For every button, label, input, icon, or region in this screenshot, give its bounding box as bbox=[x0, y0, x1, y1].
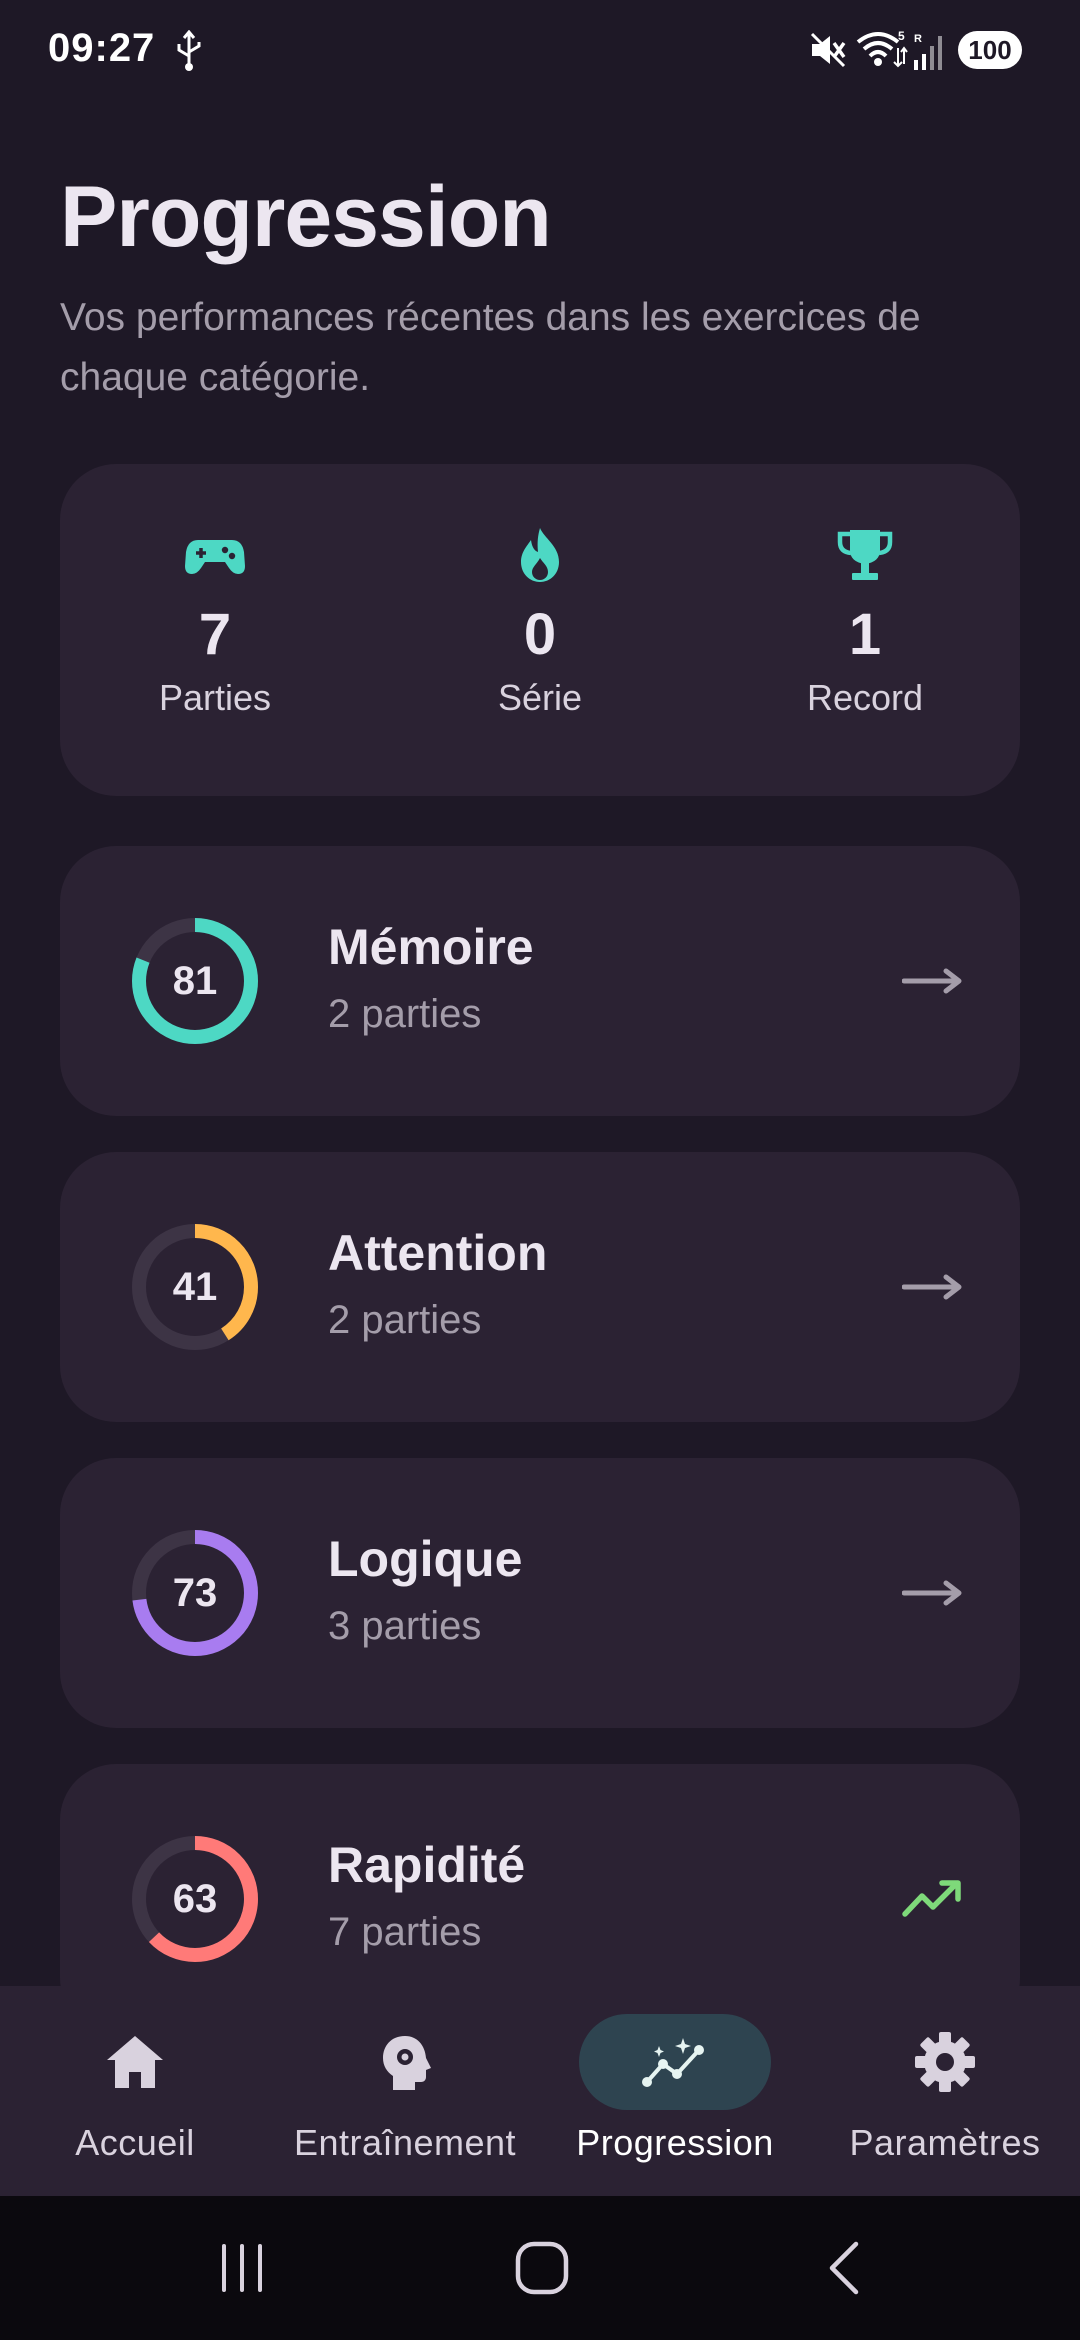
nav-item-entrainement[interactable]: Entraînement bbox=[270, 1986, 540, 2196]
wifi-icon: 5 bbox=[856, 29, 908, 68]
trending-up-icon bbox=[902, 1880, 961, 1917]
category-card-attention[interactable]: 41 Attention 2 parties bbox=[60, 1152, 1020, 1422]
stat-games-label: Parties bbox=[158, 677, 272, 718]
flame-icon bbox=[521, 528, 559, 582]
score-value: 81 bbox=[172, 958, 218, 1003]
stat-games-value: 7 bbox=[198, 602, 232, 667]
stat-record: 1 Record bbox=[745, 524, 985, 720]
nav-label: Paramètres bbox=[849, 2122, 1041, 2163]
svg-text:5: 5 bbox=[898, 29, 905, 43]
gear-icon bbox=[915, 2032, 975, 2092]
stat-games: 7 Parties bbox=[95, 524, 335, 720]
stats-card: 7 Parties 0 Série 1 Record bbox=[60, 464, 1020, 796]
category-games-count: 2 parties bbox=[328, 1298, 482, 1342]
status-time: 09:27 bbox=[48, 26, 156, 70]
mute-icon bbox=[810, 32, 846, 68]
home-button-icon[interactable] bbox=[512, 2238, 572, 2298]
category-card-logique[interactable]: 73 Logique 3 parties bbox=[60, 1458, 1020, 1728]
category-card-memoire[interactable]: 81 Mémoire 2 parties bbox=[60, 846, 1020, 1116]
screen: 09:27 5 R 100 Progression Vos performanc… bbox=[0, 0, 1080, 2340]
trophy-icon bbox=[837, 530, 893, 580]
home-icon bbox=[107, 2036, 163, 2088]
category-games-count: 2 parties bbox=[328, 992, 482, 1036]
recent-apps-icon[interactable] bbox=[212, 2238, 272, 2298]
gamepad-icon bbox=[185, 540, 245, 574]
battery-indicator: 100 bbox=[958, 31, 1022, 69]
stat-streak-label: Série bbox=[497, 677, 583, 718]
nav-label: Entraînement bbox=[293, 2122, 517, 2163]
arrow-right-icon bbox=[902, 1580, 962, 1606]
score-value: 73 bbox=[172, 1570, 218, 1615]
back-icon[interactable] bbox=[816, 2238, 876, 2298]
category-games-count: 7 parties bbox=[328, 1910, 482, 1954]
category-games-count: 3 parties bbox=[328, 1604, 482, 1648]
page-subtitle: Vos performances récentes dans les exerc… bbox=[60, 296, 921, 399]
stat-streak: 0 Série bbox=[420, 524, 660, 720]
brain-head-icon bbox=[383, 2036, 431, 2090]
nav-label: Accueil bbox=[75, 2122, 195, 2163]
score-value: 41 bbox=[172, 1264, 218, 1309]
stat-streak-value: 0 bbox=[523, 602, 557, 667]
stat-record-label: Record bbox=[806, 677, 924, 718]
stat-record-value: 1 bbox=[848, 602, 882, 667]
category-name: Mémoire bbox=[328, 919, 534, 975]
arrow-right-icon bbox=[902, 1274, 962, 1300]
category-name: Rapidité bbox=[328, 1837, 526, 1893]
svg-text:R: R bbox=[914, 33, 922, 45]
score-value: 63 bbox=[172, 1876, 218, 1921]
nav-item-parametres[interactable]: Paramètres bbox=[810, 1986, 1080, 2196]
usb-icon bbox=[177, 30, 201, 71]
nav-item-progression[interactable]: Progression bbox=[540, 1986, 810, 2196]
system-nav-bar bbox=[0, 2196, 1080, 2340]
signal-icon: R bbox=[914, 33, 942, 70]
category-name: Attention bbox=[328, 1225, 548, 1281]
category-name: Logique bbox=[328, 1531, 523, 1587]
nav-item-accueil[interactable]: Accueil bbox=[0, 1986, 270, 2196]
page-title: Progression bbox=[60, 169, 552, 265]
nav-label: Progression bbox=[576, 2122, 774, 2163]
status-bar: 09:27 5 R 100 bbox=[0, 0, 1080, 100]
arrow-right-icon bbox=[902, 968, 962, 994]
bottom-nav: Accueil Entraînement Progression Paramèt… bbox=[0, 1986, 1080, 2196]
insights-icon bbox=[642, 2038, 704, 2087]
